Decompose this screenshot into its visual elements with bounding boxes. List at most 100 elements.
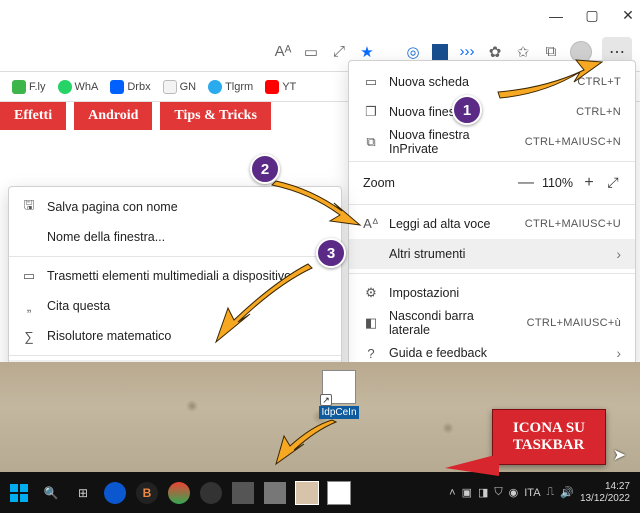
tray-wifi-icon[interactable]: ⎍ [547,486,555,499]
shortcut-text: CTRL+MAIUSC+ù [527,317,621,329]
zoom-out-button[interactable]: — [518,174,534,192]
tray-language[interactable]: ITA [524,487,540,499]
math-icon: ∑ [21,329,37,344]
annotation-badge-1: 1 [452,95,482,125]
annotation-badge-2: 2 [250,154,280,184]
tray-icon[interactable]: ◉ [509,486,519,499]
minimize-button[interactable]: — [548,8,564,24]
taskbar-pinned-app[interactable] [324,478,354,508]
label: Salva pagina con nome [47,200,329,214]
menu-more-tools[interactable]: Altri strumenti [349,239,635,269]
maximize-button[interactable]: ▢ [584,7,600,24]
sidebar-icon: ◧ [363,315,379,331]
audio-icon[interactable]: ››› [458,43,476,61]
shortcut-icon: ↗ [322,370,356,404]
annotation-badge-3: 3 [316,238,346,268]
cite-icon: „ [21,299,37,314]
menu-settings[interactable]: ⚙ Impostazioni [349,278,635,308]
speaker-icon: Aᐞ [363,216,379,232]
bookmark-item[interactable]: F.ly [8,78,50,96]
favorites-star-icon[interactable]: ★ [358,43,376,61]
annotation-callout: ICONA SU TASKBAR [492,409,606,465]
chevron-right-icon [616,246,621,262]
favorites-hub-icon[interactable]: ✩ [514,43,532,61]
site-tab[interactable]: Tips & Tricks [160,102,270,130]
taskbar-taskview-button[interactable]: ⊞ [68,478,98,508]
help-icon: ? [363,346,379,361]
zoom-icon[interactable]: ⤢ [330,43,348,61]
bookmark-item[interactable]: YT [261,78,300,96]
taskbar-pinned-app[interactable] [196,478,226,508]
start-button[interactable] [4,478,34,508]
label: Nuova scheda [389,75,567,89]
taskbar-pinned-app[interactable] [228,478,258,508]
media-icon[interactable] [432,44,448,60]
taskbar-clock[interactable]: 14:27 13/12/2022 [580,481,630,504]
collections-icon[interactable]: ⧉ [542,43,560,61]
submenu-cast[interactable]: ▭ Trasmetti elementi multimediali a disp… [9,261,341,291]
taskbar-pinned-app[interactable]: B [132,478,162,508]
zoom-in-button[interactable]: + [581,174,597,192]
shortcut-text: CTRL+N [576,106,621,118]
taskbar-pinned-app[interactable] [260,478,290,508]
menu-hide-sidebar[interactable]: ◧ Nascondi barra laterale CTRL+MAIUSC+ù [349,308,635,338]
tray-icon[interactable]: ◨ [478,486,488,499]
menu-separator [349,204,635,205]
submenu-save-as[interactable]: 🖫 Salva pagina con nome [9,192,341,222]
desktop-shortcut[interactable]: ↗ IdpCeIn [318,370,360,419]
bookmark-label: WhA [75,81,99,93]
site-tab[interactable]: Effetti [0,102,66,130]
submenu-cite[interactable]: „ Cita questa [9,291,341,321]
tray-volume-icon[interactable]: 🔊 [560,486,574,499]
bookmark-item[interactable]: Tlgrm [204,78,257,96]
menu-new-tab[interactable]: ▭ Nuova scheda CTRL+T [349,67,635,97]
label: Nuova finestra InPrivate [389,128,515,156]
label: Impostazioni [389,286,621,300]
submenu-name-window[interactable]: Nome della finestra... [9,222,341,252]
bookmark-item[interactable]: WhA [54,78,103,96]
window-icon: ❐ [363,104,379,120]
extensions-icon[interactable]: ✿ [486,43,504,61]
menu-read-aloud[interactable]: Aᐞ Leggi ad alta voce CTRL+MAIUSC+U [349,209,635,239]
site-tab[interactable]: Android [74,102,152,130]
bookmark-label: YT [282,81,296,93]
tray-icon[interactable]: ⛉ [494,486,502,499]
shortcut-text: CTRL+MAIUSC+U [525,218,621,230]
submenu-math[interactable]: ∑ Risolutore matematico [9,321,341,351]
clock-date: 13/12/2022 [580,493,630,505]
gear-icon: ⚙ [363,285,379,301]
edge-main-menu: ▭ Nuova scheda CTRL+T ❐ Nuova finestra C… [348,60,636,414]
tab-icon: ▭ [363,74,379,90]
menu-separator [9,256,341,257]
window-titlebar: — ▢ ✕ [0,0,640,32]
read-aloud-icon[interactable]: Aᴬ [274,43,292,61]
shortcut-label: IdpCeIn [319,406,358,419]
menu-new-inprivate[interactable]: ⧉ Nuova finestra InPrivate CTRL+MAIUSC+N [349,127,635,157]
label: Cita questa [47,299,329,313]
close-button[interactable]: ✕ [620,7,636,24]
taskbar-search-button[interactable]: 🔍 [36,478,66,508]
taskbar-system-tray: ˄ ▣ ◨ ⛉ ◉ ITA ⎍ 🔊 14:27 13/12/2022 [449,481,636,504]
bookmark-item[interactable]: Drbx [106,78,154,96]
taskbar-pinned-app[interactable] [100,478,130,508]
save-icon: 🖫 [21,196,37,218]
inprivate-icon: ⧉ [363,134,379,150]
tray-icon[interactable]: ▣ [462,486,472,499]
cursor-icon: ➤ [613,445,626,465]
bookmark-label: GN [180,81,197,93]
sidebar-icon[interactable]: ▭ [302,43,320,61]
taskbar-left: 🔍 ⊞ B [4,478,354,508]
tray-chevron-up-icon[interactable]: ˄ [449,487,455,499]
bookmark-item[interactable]: GN [159,78,201,96]
label: Guida e feedback [389,346,606,360]
callout-line2: TASKBAR [513,437,585,454]
label: Risolutore matematico [47,329,329,343]
fullscreen-button[interactable] [605,174,621,192]
taskbar-pinned-app[interactable] [164,478,194,508]
menu-new-window[interactable]: ❐ Nuova finestra CTRL+N [349,97,635,127]
menu-separator [349,161,635,162]
label: Nascondi barra laterale [389,309,517,337]
screenshot-icon[interactable]: ◎ [404,43,422,61]
bookmark-label: F.ly [29,81,46,93]
taskbar-pinned-app[interactable] [292,478,322,508]
